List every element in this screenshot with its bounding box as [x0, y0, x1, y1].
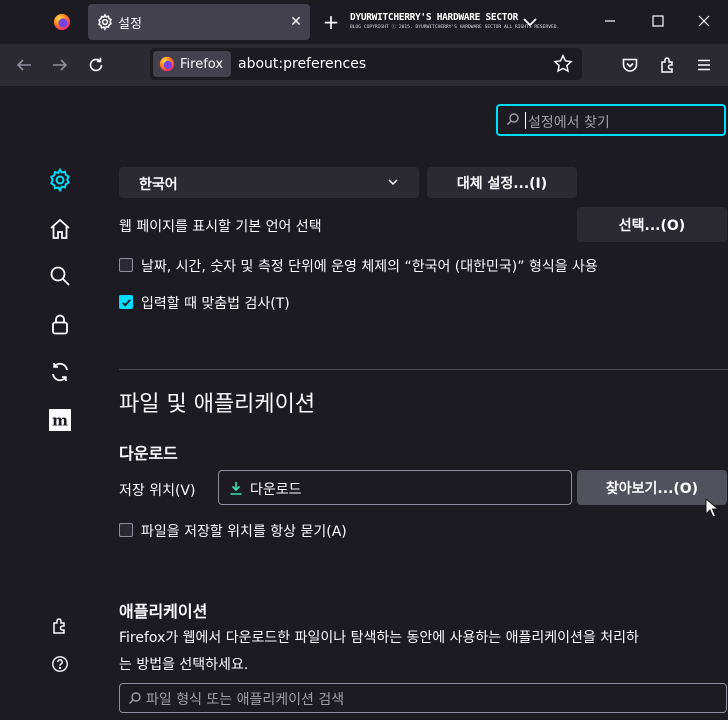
sidebar-addons[interactable]	[46, 612, 74, 640]
firefox-pinned-tab[interactable]	[46, 8, 78, 36]
applications-search-placeholder: 파일 형식 또는 애플리케이션 검색	[146, 692, 345, 708]
addons-icon	[53, 618, 65, 634]
plus-icon[interactable]: +	[318, 8, 344, 36]
category-general[interactable]	[46, 166, 74, 194]
category-search[interactable]	[46, 262, 74, 290]
svg-text:m: m	[52, 412, 68, 430]
files-apps-heading: 파일 및 애플리케이션	[119, 392, 316, 417]
web-language-label: 웹 페이지를 표시할 기본 언어 선택	[119, 219, 322, 235]
reload-icon[interactable]	[82, 51, 110, 79]
nav-bar: Firefox about:preferences	[0, 44, 728, 86]
back-icon[interactable]	[10, 51, 38, 79]
blog-banner: DYURWITCHERRY'S HARDWARE SECTOR BLOG COP…	[350, 12, 560, 34]
applications-heading: 애플리케이션	[119, 602, 208, 621]
section-divider	[119, 369, 728, 370]
language-selected: 한국어	[139, 177, 178, 193]
os-locale-label[interactable]: 날짜, 시간, 숫자 및 측정 단위에 운영 체제의 “한국어 (대한민국)” …	[141, 256, 598, 276]
download-icon	[230, 482, 242, 495]
category-privacy[interactable]	[46, 310, 74, 338]
check-icon	[121, 298, 131, 307]
search-icon	[507, 113, 519, 125]
maximize-icon[interactable]	[638, 6, 678, 36]
forward-icon[interactable]	[46, 51, 74, 79]
sidebar-help[interactable]	[46, 650, 74, 678]
text-caret	[525, 112, 526, 129]
alternative-languages-label: 대체 설정...(I)	[456, 175, 548, 192]
downloads-heading: 다운로드	[119, 444, 178, 463]
chevron-down-icon	[388, 179, 398, 186]
download-folder-field: 다운로드	[218, 470, 572, 505]
minimize-icon[interactable]	[590, 6, 630, 36]
identity-label: Firefox	[180, 56, 224, 72]
applications-search-input[interactable]: 파일 형식 또는 애플리케이션 검색	[119, 683, 727, 713]
search-placeholder: 설정에서 찾기	[528, 115, 610, 131]
tab-strip: 설정 ✕ + DYURWITCHERRY'S HARDWARE SECTOR B…	[0, 0, 728, 44]
settings-search-input[interactable]: 설정에서 찾기	[496, 104, 726, 136]
always-ask-checkbox[interactable]	[119, 523, 133, 537]
alternative-languages-button[interactable]: 대체 설정...(I)	[427, 167, 577, 198]
category-home[interactable]	[46, 215, 74, 243]
identity-box[interactable]: Firefox	[153, 51, 232, 77]
category-sync[interactable]	[46, 358, 74, 386]
banner-title: DYURWITCHERRY'S HARDWARE SECTOR	[350, 12, 519, 23]
choose-language-label: 선택...(O)	[618, 217, 686, 234]
url-bar[interactable]: Firefox about:preferences	[150, 48, 582, 80]
menu-icon[interactable]	[690, 51, 718, 79]
gear-icon	[98, 13, 112, 31]
lock-icon	[52, 314, 68, 335]
chevron-down-icon[interactable]	[518, 10, 542, 34]
always-ask-label[interactable]: 파일을 저장할 위치를 항상 묻기(A)	[141, 521, 347, 541]
category-more-from-mozilla[interactable]: m	[46, 406, 74, 434]
browse-label: 찾아보기...(O)	[605, 480, 699, 497]
tab-settings[interactable]: 설정 ✕	[88, 4, 310, 40]
pocket-icon[interactable]	[616, 51, 644, 79]
download-folder-name: 다운로드	[250, 482, 302, 498]
sync-icon	[52, 362, 68, 382]
os-locale-checkbox[interactable]	[119, 258, 133, 272]
save-location-label: 저장 위치(V)	[119, 483, 196, 499]
url-text[interactable]: about:preferences	[238, 56, 366, 72]
applications-description-line1: Firefox가 웹에서 다운로드한 파일이나 탐색하는 동안에 사용하는 애플…	[119, 630, 639, 646]
spellcheck-checkbox[interactable]	[119, 295, 133, 309]
spellcheck-label[interactable]: 입력할 때 맞춤법 검사(T)	[141, 293, 290, 313]
search-icon	[50, 266, 70, 286]
home-icon	[50, 218, 70, 239]
applications-description-line2: 는 방법을 선택하세요.	[119, 657, 249, 673]
mozilla-icon: m	[49, 409, 71, 431]
firefox-icon	[53, 13, 71, 31]
firefox-icon	[159, 56, 175, 72]
extensions-icon[interactable]	[654, 51, 682, 79]
tab-title: 설정	[118, 17, 142, 32]
search-icon	[129, 692, 141, 704]
close-window-icon[interactable]	[684, 6, 724, 36]
close-icon[interactable]: ✕	[284, 10, 308, 34]
gear-icon	[50, 167, 70, 193]
help-icon	[52, 656, 68, 672]
star-icon[interactable]	[552, 53, 574, 75]
choose-language-button[interactable]: 선택...(O)	[577, 207, 727, 242]
banner-subtitle: BLOG COPYRIGHT ⓒ 2015. DYURWITCHERRY'S H…	[350, 25, 560, 30]
language-select[interactable]: 한국어	[119, 167, 419, 198]
mouse-cursor-icon	[705, 498, 719, 518]
